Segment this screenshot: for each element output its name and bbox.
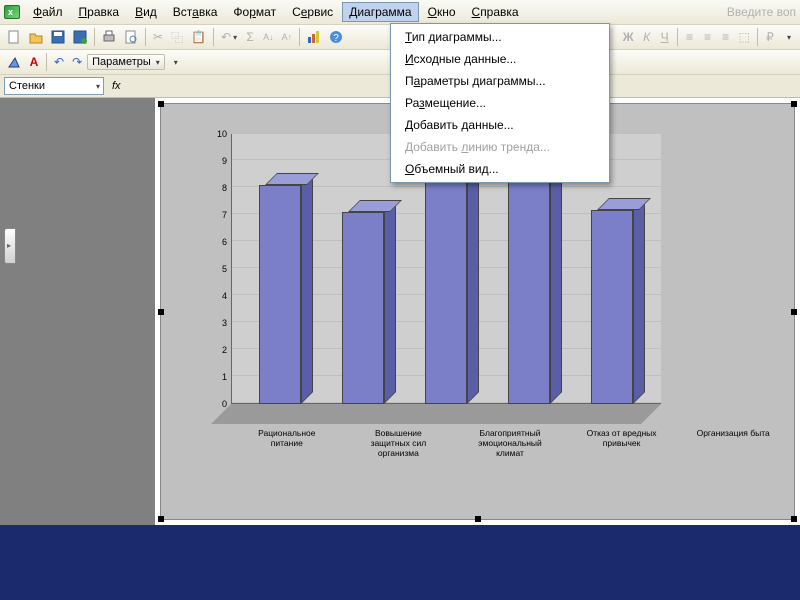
y-tick: 4 <box>222 291 227 301</box>
menu-3d-view[interactable]: Объемный вид... <box>391 158 609 180</box>
y-tick: 6 <box>222 237 227 247</box>
chart-bar[interactable] <box>259 185 301 404</box>
resize-handle[interactable] <box>791 516 797 522</box>
chart-menu-popup: Тип диаграммы... Исходные данные... Пара… <box>390 23 610 183</box>
sort-desc-icon[interactable]: A↑ <box>279 27 296 47</box>
menu-file[interactable]: Файл <box>26 2 70 22</box>
chart-floor[interactable] <box>211 404 661 424</box>
search-hint[interactable]: Введите воп <box>727 5 796 19</box>
svg-text:?: ? <box>333 33 339 44</box>
x-label: Вовышение защитных сил организма <box>358 429 438 519</box>
chart-bar[interactable] <box>342 212 384 404</box>
fill-color-icon[interactable]: ▾ <box>780 27 796 47</box>
y-tick: 3 <box>222 318 227 328</box>
save-icon[interactable] <box>48 27 68 47</box>
resize-handle[interactable] <box>158 101 164 107</box>
sort-asc-icon[interactable]: A↓ <box>260 27 277 47</box>
fx-icon[interactable]: fx <box>112 80 121 92</box>
resize-handle[interactable] <box>791 101 797 107</box>
resize-handle[interactable] <box>158 516 164 522</box>
sum-icon[interactable]: Σ <box>242 27 258 47</box>
menubar: Файл Правка Вид Вставка Формат Сервис Ди… <box>0 0 800 25</box>
y-tick: 10 <box>217 129 227 139</box>
format-object-icon[interactable] <box>4 52 24 72</box>
y-tick: 0 <box>222 399 227 409</box>
menu-source-data[interactable]: Исходные данные... <box>391 48 609 70</box>
app-icon <box>4 5 20 19</box>
menu-add-data[interactable]: Добавить данные... <box>391 114 609 136</box>
excel-window: Файл Правка Вид Вставка Формат Сервис Ди… <box>0 0 800 525</box>
params-label: Параметры <box>92 56 151 68</box>
menu-chart-options[interactable]: Параметры диаграммы... <box>391 70 609 92</box>
y-tick: 5 <box>222 264 227 274</box>
save-as-icon[interactable] <box>70 27 90 47</box>
params-dropdown[interactable]: Параметры ▾ <box>87 54 165 70</box>
new-icon[interactable] <box>4 27 24 47</box>
y-tick: 2 <box>222 345 227 355</box>
name-box-value: Стенки <box>9 80 45 92</box>
name-box[interactable]: Стенки ▾ <box>4 77 104 95</box>
chart-bar[interactable] <box>591 210 633 404</box>
x-label: Организация быта <box>693 429 773 519</box>
merge-icon[interactable]: ⬚ <box>736 27 753 47</box>
menu-format[interactable]: Формат <box>226 2 283 22</box>
chevron-down-icon: ▾ <box>96 82 100 91</box>
print-preview-icon[interactable] <box>121 27 141 47</box>
open-icon[interactable] <box>26 27 46 47</box>
redo2-icon[interactable]: ↷ <box>69 52 85 72</box>
cut-icon[interactable]: ✂ <box>150 27 166 47</box>
resize-handle[interactable] <box>158 309 164 315</box>
x-label: Отказ от вредных привычек <box>582 429 662 519</box>
menu-edit[interactable]: Правка <box>72 2 127 22</box>
menu-window[interactable]: Окно <box>421 2 463 22</box>
menu-location[interactable]: Размещение... <box>391 92 609 114</box>
italic-icon[interactable]: К <box>639 27 655 47</box>
font-color-icon[interactable]: A <box>26 52 42 72</box>
left-gutter <box>0 98 155 525</box>
x-label: Рациональное питание <box>247 429 327 519</box>
x-axis-labels: Рациональное питание Вовышение защитных … <box>231 429 789 519</box>
chart-wizard-icon[interactable] <box>304 27 324 47</box>
align-left-icon[interactable]: ≡ <box>682 27 698 47</box>
currency-icon[interactable]: ₽ <box>762 27 778 47</box>
more-icon[interactable]: ▾ <box>167 52 183 72</box>
menu-chart[interactable]: Диаграмма <box>342 2 418 22</box>
bold-icon[interactable]: Ж <box>620 27 637 47</box>
y-tick: 7 <box>222 210 227 220</box>
task-pane-expander[interactable] <box>4 228 16 264</box>
menu-tools[interactable]: Сервис <box>285 2 340 22</box>
y-tick: 8 <box>222 183 227 193</box>
undo-icon[interactable]: ↶▾ <box>218 27 240 47</box>
y-tick: 1 <box>222 372 227 382</box>
underline-icon[interactable]: Ч <box>657 27 673 47</box>
y-tick: 9 <box>222 156 227 166</box>
paste-icon[interactable]: 📋 <box>188 27 209 47</box>
menu-help[interactable]: Справка <box>465 2 526 22</box>
y-axis[interactable]: 012345678910 <box>201 134 229 404</box>
menu-chart-type[interactable]: Тип диаграммы... <box>391 26 609 48</box>
align-center-icon[interactable]: ≡ <box>700 27 716 47</box>
resize-handle[interactable] <box>791 309 797 315</box>
copy-icon[interactable]: ⿻ <box>168 27 186 47</box>
align-right-icon[interactable]: ≡ <box>718 27 734 47</box>
x-label: Благоприятный эмоциональный климат <box>470 429 550 519</box>
print-icon[interactable] <box>99 27 119 47</box>
undo2-icon[interactable]: ↶ <box>51 52 67 72</box>
menu-add-trendline: Добавить линию тренда... <box>391 136 609 158</box>
menu-view[interactable]: Вид <box>128 2 164 22</box>
chevron-down-icon: ▾ <box>156 58 160 67</box>
help-icon[interactable]: ? <box>326 27 346 47</box>
menu-insert[interactable]: Вставка <box>166 2 225 22</box>
